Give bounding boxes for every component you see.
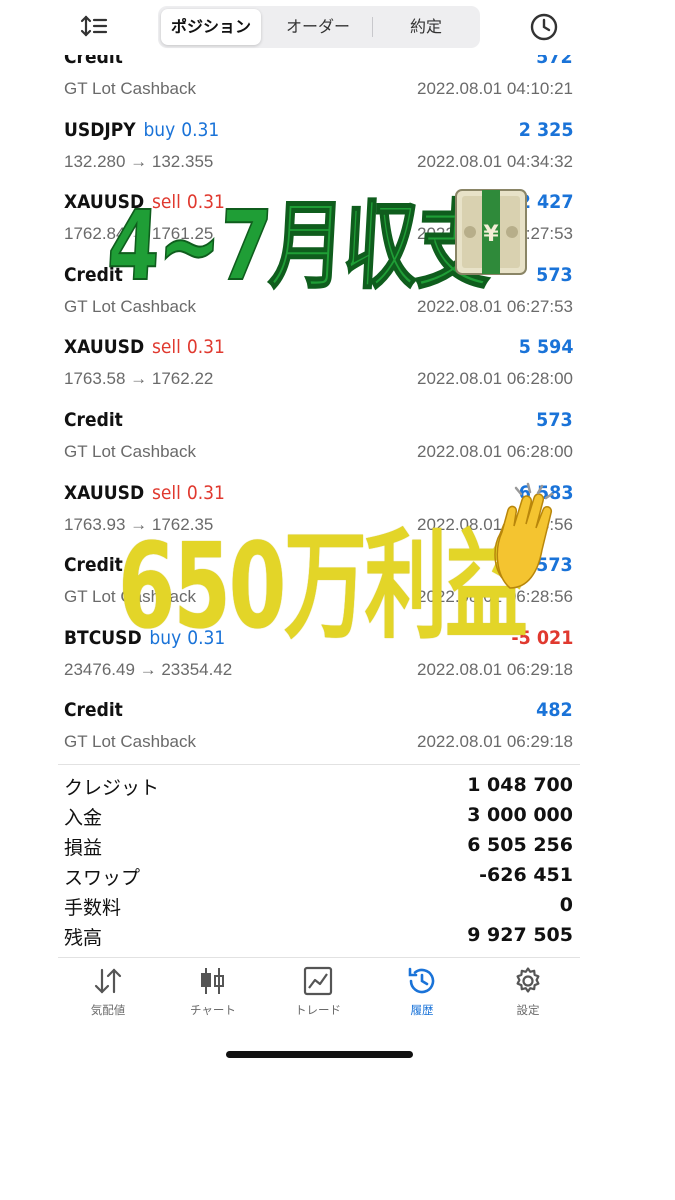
clock-icon[interactable] bbox=[529, 12, 559, 42]
summary-row-deposit: 入金 3 000 000 bbox=[0, 801, 675, 831]
deal-detail: GT Lot Cashback bbox=[64, 441, 196, 461]
deal-profit: 5 594 bbox=[518, 336, 573, 359]
tab-positions[interactable]: ポジション bbox=[161, 9, 261, 45]
deal-side: sell bbox=[151, 336, 181, 359]
tab-history[interactable]: 履歴 bbox=[382, 966, 462, 1018]
summary-row-commission: 手数料 0 bbox=[0, 891, 675, 921]
deal-time: 2022.08.01 06:29:18 bbox=[417, 659, 573, 679]
quotes-icon bbox=[94, 968, 122, 994]
history-segmented-control: ポジション オーダー 約定 bbox=[158, 6, 480, 48]
deal-profit: 482 bbox=[536, 699, 573, 722]
deal-symbol: XAUUSD sell 0.31 bbox=[64, 336, 225, 358]
deal-row[interactable]: XAUUSD sell 0.31 5 594 1763.58 → 1762.22 20… bbox=[0, 330, 675, 403]
summary-label: スワップ bbox=[64, 867, 141, 889]
deal-symbol: Credit bbox=[64, 409, 123, 431]
deal-detail: 23476.49 → 23354.42 bbox=[64, 659, 233, 679]
summary-row-swap: スワップ -626 451 bbox=[0, 861, 675, 891]
summary-label: 入金 bbox=[64, 807, 103, 829]
summary-divider bbox=[58, 764, 580, 765]
deal-profit: 2 325 bbox=[518, 118, 573, 141]
deal-detail: 1763.58 → 1762.22 bbox=[64, 369, 214, 389]
deal-profit: 573 bbox=[536, 263, 573, 286]
settings-icon bbox=[516, 967, 540, 993]
overlay-period-text: 4~7月収支 bbox=[104, 189, 494, 303]
symbol-name: Credit bbox=[64, 554, 123, 577]
deal-detail: GT Lot Cashback bbox=[64, 732, 196, 752]
tab-settings[interactable]: 設定 bbox=[488, 966, 568, 1018]
tab-label: 気配値 bbox=[90, 1003, 126, 1017]
summary-row-profit: 損益 6 505 256 bbox=[0, 831, 675, 861]
deal-side: buy bbox=[143, 118, 176, 141]
tab-chart[interactable]: チャート bbox=[173, 966, 253, 1018]
deal-time: 2022.08.01 06:29:18 bbox=[417, 732, 573, 752]
summary-value: 9 927 505 bbox=[467, 924, 573, 946]
symbol-name: USDJPY bbox=[64, 118, 136, 141]
deal-detail: GT Lot Cashback bbox=[64, 79, 196, 98]
summary-label: 残高 bbox=[64, 927, 103, 949]
top-bar: ポジション オーダー 約定 bbox=[0, 0, 675, 55]
deal-symbol: USDJPY buy 0.31 bbox=[64, 119, 219, 141]
tab-label: トレード bbox=[295, 1003, 341, 1017]
symbol-name: Credit bbox=[64, 408, 123, 431]
deal-row[interactable]: Credit 482 GT Lot Cashback 2022.08.01 06:29… bbox=[0, 693, 675, 766]
deal-time: 2022.08.01 06:28:00 bbox=[417, 441, 573, 461]
tab-orders[interactable]: オーダー bbox=[266, 9, 370, 45]
deal-time: 2022.08.01 04:10:21 bbox=[417, 79, 573, 98]
bottom-tab-bar: 気配値 チャート トレード 履歴 設定 bbox=[0, 960, 675, 1030]
overlay-profit-text: 650万利益 bbox=[118, 517, 528, 655]
sort-icon[interactable] bbox=[80, 14, 108, 38]
summary-value: -626 451 bbox=[479, 864, 573, 886]
summary-label: 損益 bbox=[64, 837, 103, 859]
summary-value: 6 505 256 bbox=[467, 834, 573, 856]
history-icon bbox=[408, 967, 435, 994]
tab-label: 履歴 bbox=[410, 1003, 434, 1017]
money-banknote-icon: ¥ bbox=[455, 189, 527, 275]
summary-row-credit: クレジット 1 048 700 bbox=[0, 771, 675, 801]
account-summary: クレジット 1 048 700 入金 3 000 000 損益 6 505 25… bbox=[0, 771, 675, 951]
summary-value: 0 bbox=[559, 894, 573, 916]
symbol-name: Credit bbox=[64, 699, 123, 722]
clapping-hands-icon bbox=[494, 482, 554, 589]
tab-label: 設定 bbox=[516, 1003, 540, 1017]
deal-lot: 0.31 bbox=[186, 336, 225, 359]
tab-trade[interactable]: トレード bbox=[278, 966, 358, 1018]
deal-lot: 0.31 bbox=[181, 118, 220, 141]
deal-time: 2022.08.01 06:28:00 bbox=[417, 369, 573, 389]
symbol-name: XAUUSD bbox=[64, 336, 145, 359]
summary-label: クレジット bbox=[64, 777, 160, 799]
summary-label: 手数料 bbox=[64, 897, 122, 919]
trade-icon bbox=[303, 966, 333, 996]
deal-profit: 573 bbox=[536, 408, 573, 431]
deal-row[interactable]: Credit 573 GT Lot Cashback 2022.08.01 06:28… bbox=[0, 403, 675, 476]
summary-value: 3 000 000 bbox=[467, 804, 573, 826]
deal-symbol: Credit bbox=[64, 699, 123, 721]
home-indicator[interactable] bbox=[226, 1051, 413, 1058]
svg-text:¥: ¥ bbox=[483, 222, 499, 247]
deal-symbol: Credit bbox=[64, 554, 123, 576]
tabbar-divider bbox=[58, 957, 580, 958]
summary-row-balance: 残高 9 927 505 bbox=[0, 921, 675, 951]
tab-deals[interactable]: 約定 bbox=[374, 9, 478, 45]
chart-icon bbox=[201, 968, 224, 994]
summary-value: 1 048 700 bbox=[467, 774, 573, 796]
tab-quotes[interactable]: 気配値 bbox=[68, 966, 148, 1018]
tab-label: チャート bbox=[190, 1003, 236, 1017]
